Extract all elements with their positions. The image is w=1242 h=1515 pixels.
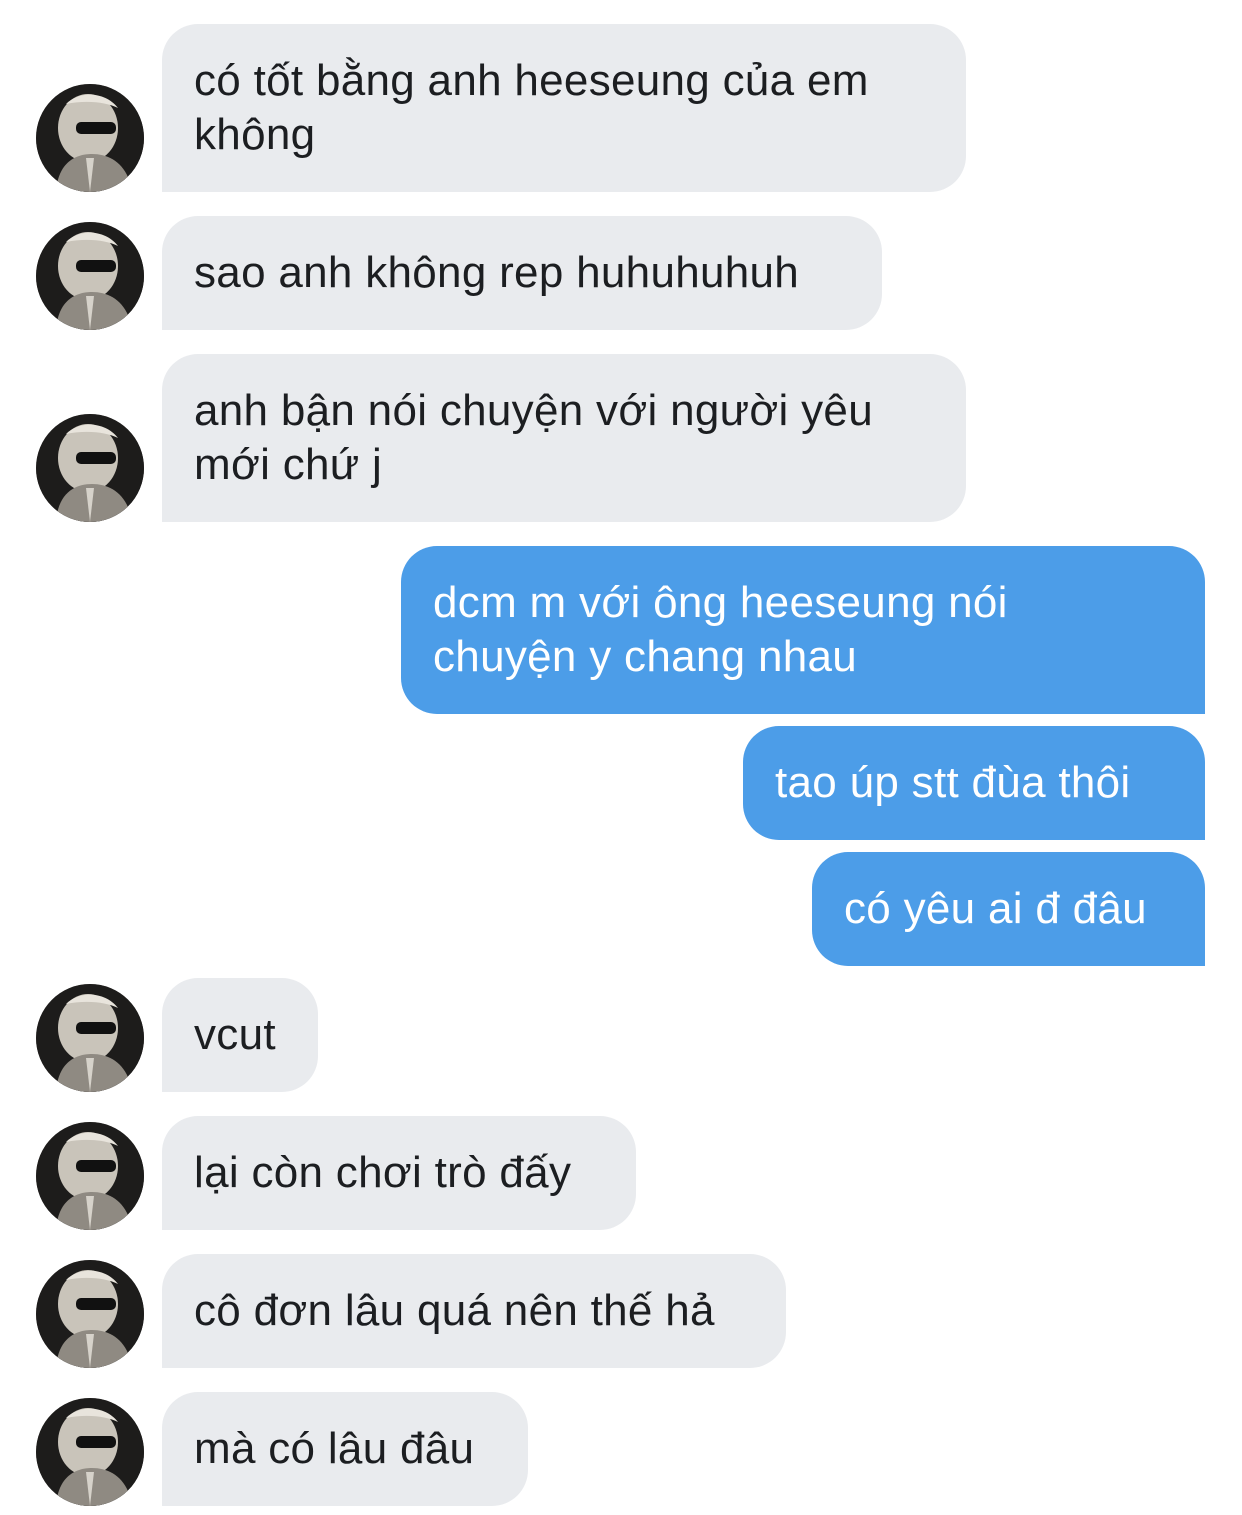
message-text-line: mà có lâu đâu: [194, 1424, 475, 1473]
outgoing-message-bubble[interactable]: có yêu ai đ đâu: [812, 852, 1205, 966]
message-text-line: có yêu ai đ đâu: [844, 884, 1147, 933]
message-text-line: vcut: [194, 1010, 276, 1059]
contact-avatar[interactable]: [36, 984, 144, 1092]
incoming-message-bubble[interactable]: cô đơn lâu quá nên thế hả: [162, 1254, 786, 1368]
chat-thread[interactable]: có tốt bằng anh heeseung của em không sa…: [0, 0, 1242, 1515]
contact-avatar[interactable]: [36, 222, 144, 330]
message-text-line: tao úp stt đùa thôi: [775, 758, 1131, 807]
avatar-photo-icon: [36, 1398, 144, 1506]
contact-avatar[interactable]: [36, 84, 144, 192]
contact-avatar[interactable]: [36, 414, 144, 522]
incoming-message-bubble[interactable]: mà có lâu đâu: [162, 1392, 528, 1506]
message-text-line: có tốt bằng anh heeseung của em: [194, 56, 869, 105]
avatar-photo-icon: [36, 1260, 144, 1368]
avatar-photo-icon: [36, 414, 144, 522]
avatar-photo-icon: [36, 84, 144, 192]
message-text-line: chuyện y chang nhau: [433, 632, 858, 681]
avatar-photo-icon: [36, 984, 144, 1092]
contact-avatar[interactable]: [36, 1398, 144, 1506]
incoming-message-bubble[interactable]: anh bận nói chuyện với người yêu mới chứ…: [162, 354, 966, 522]
message-text-line: dcm m với ông heeseung nói: [433, 578, 1008, 627]
message-text-line: mới chứ j: [194, 440, 383, 489]
avatar-photo-icon: [36, 1122, 144, 1230]
message-text-line: sao anh không rep huhuhuhuh: [194, 248, 800, 297]
message-text-line: anh bận nói chuyện với người yêu: [194, 386, 873, 435]
incoming-message-bubble[interactable]: sao anh không rep huhuhuhuh: [162, 216, 882, 330]
message-text-line: lại còn chơi trò đấy: [194, 1148, 572, 1197]
incoming-message-bubble[interactable]: lại còn chơi trò đấy: [162, 1116, 636, 1230]
avatar-photo-icon: [36, 222, 144, 330]
outgoing-message-bubble[interactable]: tao úp stt đùa thôi: [743, 726, 1205, 840]
contact-avatar[interactable]: [36, 1260, 144, 1368]
incoming-message-bubble[interactable]: vcut: [162, 978, 318, 1092]
message-text-line: không: [194, 110, 316, 159]
message-text-line: cô đơn lâu quá nên thế hả: [194, 1286, 715, 1335]
outgoing-message-bubble[interactable]: dcm m với ông heeseung nói chuyện y chan…: [401, 546, 1205, 714]
contact-avatar[interactable]: [36, 1122, 144, 1230]
incoming-message-bubble[interactable]: có tốt bằng anh heeseung của em không: [162, 24, 966, 192]
